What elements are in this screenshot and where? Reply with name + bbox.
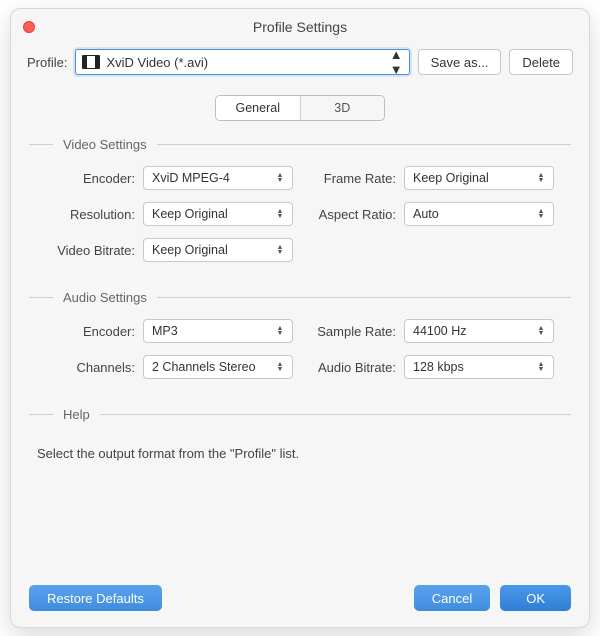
window-controls [23, 21, 35, 33]
help-header: Help [29, 407, 571, 422]
profile-label: Profile: [27, 55, 67, 70]
aspect-ratio-value: Auto [413, 207, 439, 221]
video-settings-header: Video Settings [29, 137, 571, 152]
close-icon[interactable] [23, 21, 35, 33]
chevron-updown-icon: ▲▼ [274, 173, 286, 183]
chevron-updown-icon: ▲▼ [390, 47, 403, 77]
tab-bar: General 3D [215, 95, 385, 121]
tab-general[interactable]: General [216, 96, 301, 120]
chevron-updown-icon: ▲▼ [535, 173, 547, 183]
resolution-label: Resolution: [35, 207, 135, 222]
video-settings-group: Video Settings Encoder: XviD MPEG-4 ▲▼ F… [29, 137, 571, 262]
chevron-updown-icon: ▲▼ [535, 326, 547, 336]
resolution-value: Keep Original [152, 207, 228, 221]
chevron-updown-icon: ▲▼ [274, 209, 286, 219]
sample-rate-select[interactable]: 44100 Hz ▲▼ [404, 319, 554, 343]
frame-rate-label: Frame Rate: [300, 171, 396, 186]
chevron-updown-icon: ▲▼ [535, 209, 547, 219]
video-bitrate-value: Keep Original [152, 243, 228, 257]
audio-encoder-select[interactable]: MP3 ▲▼ [143, 319, 293, 343]
chevron-updown-icon: ▲▼ [535, 362, 547, 372]
aspect-ratio-select[interactable]: Auto ▲▼ [404, 202, 554, 226]
resolution-select[interactable]: Keep Original ▲▼ [143, 202, 293, 226]
audio-bitrate-select[interactable]: 128 kbps ▲▼ [404, 355, 554, 379]
video-encoder-label: Encoder: [35, 171, 135, 186]
help-title: Help [63, 407, 90, 422]
audio-encoder-value: MP3 [152, 324, 178, 338]
profile-value: XviD Video (*.avi) [106, 55, 383, 70]
ok-button[interactable]: OK [500, 585, 571, 611]
aspect-ratio-label: Aspect Ratio: [300, 207, 396, 222]
sample-rate-label: Sample Rate: [300, 324, 396, 339]
chevron-updown-icon: ▲▼ [274, 245, 286, 255]
profile-row: Profile: XviD Video (*.avi) ▲▼ Save as..… [11, 45, 589, 85]
help-text: Select the output format from the "Profi… [29, 436, 571, 521]
video-encoder-select[interactable]: XviD MPEG-4 ▲▼ [143, 166, 293, 190]
footer: Restore Defaults Cancel OK [11, 573, 589, 627]
audio-settings-header: Audio Settings [29, 290, 571, 305]
frame-rate-select[interactable]: Keep Original ▲▼ [404, 166, 554, 190]
audio-bitrate-value: 128 kbps [413, 360, 464, 374]
audio-encoder-label: Encoder: [35, 324, 135, 339]
restore-defaults-button[interactable]: Restore Defaults [29, 585, 162, 611]
film-icon [82, 55, 100, 69]
channels-select[interactable]: 2 Channels Stereo ▲▼ [143, 355, 293, 379]
delete-button[interactable]: Delete [509, 49, 573, 75]
chevron-updown-icon: ▲▼ [274, 326, 286, 336]
profile-settings-window: Profile Settings Profile: XviD Video (*.… [10, 8, 590, 628]
help-group: Help Select the output format from the "… [29, 407, 571, 521]
frame-rate-value: Keep Original [413, 171, 489, 185]
video-encoder-value: XviD MPEG-4 [152, 171, 230, 185]
channels-label: Channels: [35, 360, 135, 375]
audio-settings-group: Audio Settings Encoder: MP3 ▲▼ Sample Ra… [29, 290, 571, 379]
video-settings-title: Video Settings [63, 137, 147, 152]
video-bitrate-select[interactable]: Keep Original ▲▼ [143, 238, 293, 262]
chevron-updown-icon: ▲▼ [274, 362, 286, 372]
channels-value: 2 Channels Stereo [152, 360, 256, 374]
audio-settings-title: Audio Settings [63, 290, 147, 305]
content-area: General 3D Video Settings Encoder: XviD … [11, 85, 589, 521]
titlebar: Profile Settings [11, 9, 589, 45]
profile-select[interactable]: XviD Video (*.avi) ▲▼ [75, 49, 409, 75]
video-bitrate-label: Video Bitrate: [35, 243, 135, 258]
save-as-button[interactable]: Save as... [418, 49, 502, 75]
cancel-button[interactable]: Cancel [414, 585, 490, 611]
sample-rate-value: 44100 Hz [413, 324, 467, 338]
tab-3d[interactable]: 3D [301, 96, 385, 120]
audio-bitrate-label: Audio Bitrate: [300, 360, 396, 375]
window-title: Profile Settings [253, 19, 347, 35]
